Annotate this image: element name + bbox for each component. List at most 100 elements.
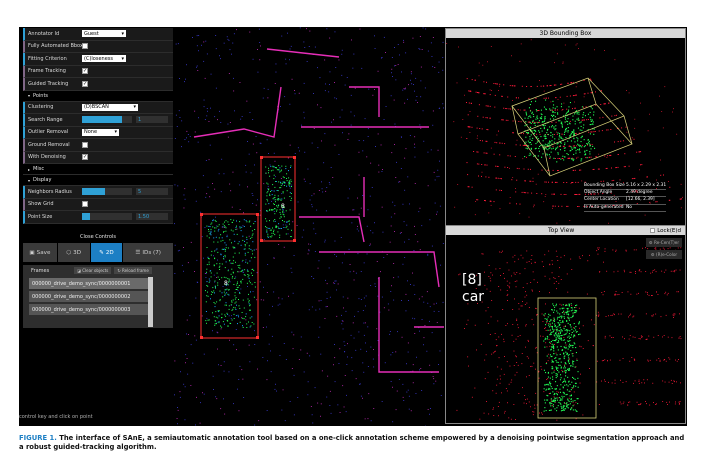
lock-checkbox[interactable] bbox=[650, 228, 656, 233]
top-view-panel[interactable]: Top View Lock(E)d ⚙ Re-Cen(T)er ⚙ (R)e-C… bbox=[445, 225, 686, 424]
lidar-point bbox=[560, 137, 562, 139]
view-3d-button[interactable]: ⬡ 3D bbox=[57, 243, 90, 262]
lidar-point bbox=[414, 146, 416, 148]
lidar-point bbox=[547, 353, 549, 355]
lidar-point bbox=[341, 314, 342, 316]
lidar-point bbox=[210, 234, 212, 236]
lidar-point bbox=[485, 105, 487, 107]
neighbors-radius-row[interactable]: Neighbors Radius 5 bbox=[23, 186, 173, 199]
guided-tracking-checkbox[interactable]: ✓ bbox=[82, 80, 88, 87]
display-folder[interactable]: ▾ Display bbox=[23, 175, 173, 186]
lidar-point bbox=[263, 239, 265, 240]
fully-automated-bbox-checkbox[interactable] bbox=[82, 43, 88, 50]
point-size-slider[interactable] bbox=[82, 213, 132, 221]
lidar-point bbox=[208, 229, 209, 230]
lidar-point bbox=[577, 143, 579, 145]
lidar-point bbox=[557, 349, 559, 351]
lidar-point bbox=[275, 383, 276, 385]
clustering-row[interactable]: Clustering (D)BSCAN ▾ bbox=[23, 101, 173, 114]
lidar-point bbox=[520, 305, 522, 307]
lidar-point bbox=[678, 337, 680, 339]
lidar-point bbox=[568, 345, 570, 347]
lidar-point bbox=[546, 355, 548, 357]
lidar-point bbox=[513, 272, 515, 274]
lidar-point bbox=[486, 81, 487, 83]
lidar-point bbox=[401, 300, 402, 301]
lidar-point bbox=[232, 262, 234, 264]
recenter-button[interactable]: ⚙ Re-Cen(T)er bbox=[646, 238, 682, 247]
fully-automated-bbox-row[interactable]: Fully Automated Bbox bbox=[23, 40, 173, 53]
frames-scrollbar[interactable] bbox=[148, 277, 153, 327]
points-folder[interactable]: ▾ Points bbox=[23, 90, 173, 102]
misc-folder[interactable]: ▸ Misc bbox=[23, 164, 173, 175]
lidar-point bbox=[433, 310, 435, 312]
lidar-point bbox=[557, 326, 559, 328]
lidar-point bbox=[336, 255, 337, 257]
lidar-point bbox=[567, 291, 569, 293]
guided-tracking-row[interactable]: Guided Tracking ✓ bbox=[23, 78, 173, 91]
lidar-point bbox=[486, 288, 488, 290]
lidar-point bbox=[175, 114, 177, 116]
view-2d-button[interactable]: ✎ 2D bbox=[90, 243, 123, 262]
outlier-removal-row[interactable]: Outlier Removal None ▾ bbox=[23, 126, 173, 139]
lidar-point bbox=[552, 169, 554, 171]
top-view-canvas[interactable] bbox=[446, 235, 685, 423]
lidar-point bbox=[495, 177, 497, 179]
frame-list-item[interactable]: 000000_drive_demo_sync/0000000003 bbox=[29, 304, 149, 315]
lidar-point bbox=[551, 402, 553, 404]
annotator-id-row[interactable]: Annotator Id Guest ▾ bbox=[23, 28, 173, 41]
frame-list-item[interactable]: 000000_drive_demo_sync/0000000001 bbox=[29, 278, 149, 289]
lidar-point bbox=[288, 184, 290, 186]
point-size-value[interactable]: 1.50 bbox=[136, 213, 168, 221]
lidar-point bbox=[224, 314, 226, 316]
close-controls-button[interactable]: Close Controls bbox=[23, 233, 173, 241]
neighbors-radius-value[interactable]: 5 bbox=[136, 188, 168, 196]
lidar-point bbox=[408, 300, 409, 301]
annotator-id-select[interactable]: Guest ▾ bbox=[82, 30, 126, 38]
search-range-row[interactable]: Search Range 1 bbox=[23, 114, 173, 127]
lidar-point bbox=[381, 296, 383, 298]
lidar-point bbox=[648, 294, 650, 296]
outlier-removal-select[interactable]: None ▾ bbox=[82, 128, 119, 136]
bounding-box-3d-panel[interactable]: 3D Bounding Box Bounding Box Size 5.16 x … bbox=[445, 28, 686, 226]
lidar-point bbox=[562, 409, 564, 411]
show-grid-checkbox[interactable] bbox=[82, 201, 88, 208]
clustering-select[interactable]: (D)BSCAN ▾ bbox=[82, 103, 138, 111]
annotation-viewer[interactable]: 8 8 Annotator Id Guest ▾ Fully Automated … bbox=[19, 27, 687, 426]
lidar-point bbox=[628, 316, 629, 318]
with-denoising-row[interactable]: With Denoising ✓ bbox=[23, 151, 173, 164]
lidar-point bbox=[468, 365, 469, 367]
frame-tracking-checkbox[interactable]: ✓ bbox=[82, 68, 88, 75]
fitting-criterion-row[interactable]: Fitting Criterion (C)loseness ▾ bbox=[23, 53, 173, 66]
clear-objects-button[interactable]: ◪ Clear objects bbox=[74, 267, 112, 274]
with-denoising-checkbox[interactable]: ✓ bbox=[82, 154, 88, 161]
ids-button[interactable]: ☰ IDs (7) bbox=[123, 243, 173, 262]
show-grid-row[interactable]: Show Grid bbox=[23, 198, 173, 211]
lidar-point bbox=[231, 300, 233, 302]
point-size-row[interactable]: Point Size 1.50 bbox=[23, 211, 173, 224]
recolor-button[interactable]: ⚙ (R)e-Color bbox=[646, 250, 682, 259]
reload-frame-button[interactable]: ↻ Reload frame bbox=[114, 267, 152, 274]
lidar-point bbox=[494, 350, 496, 352]
lidar-point bbox=[312, 222, 314, 224]
fitting-criterion-select[interactable]: (C)loseness ▾ bbox=[82, 55, 126, 63]
lidar-point bbox=[249, 309, 250, 311]
search-range-slider[interactable] bbox=[82, 116, 132, 124]
lock-toggle[interactable]: Lock(E)d bbox=[650, 226, 681, 235]
lidar-point bbox=[527, 339, 529, 341]
frame-tracking-row[interactable]: Frame Tracking ✓ bbox=[23, 65, 173, 78]
ground-removal-checkbox[interactable] bbox=[82, 141, 88, 148]
search-range-value[interactable]: 1 bbox=[136, 116, 168, 124]
lidar-point bbox=[564, 362, 566, 364]
save-button[interactable]: ▣ Save bbox=[23, 243, 57, 262]
lidar-point bbox=[242, 259, 244, 261]
lidar-point bbox=[583, 112, 585, 114]
lidar-point bbox=[563, 317, 565, 319]
lidar-point bbox=[494, 94, 496, 96]
frame-list-item[interactable]: 000000_drive_demo_sync/0000000002 bbox=[29, 291, 149, 302]
ground-removal-row[interactable]: Ground Removal bbox=[23, 139, 173, 152]
lidar-point bbox=[590, 131, 592, 133]
neighbors-radius-slider[interactable] bbox=[82, 188, 132, 196]
lidar-point bbox=[597, 311, 599, 313]
outlier-removal-value: None bbox=[84, 129, 98, 136]
